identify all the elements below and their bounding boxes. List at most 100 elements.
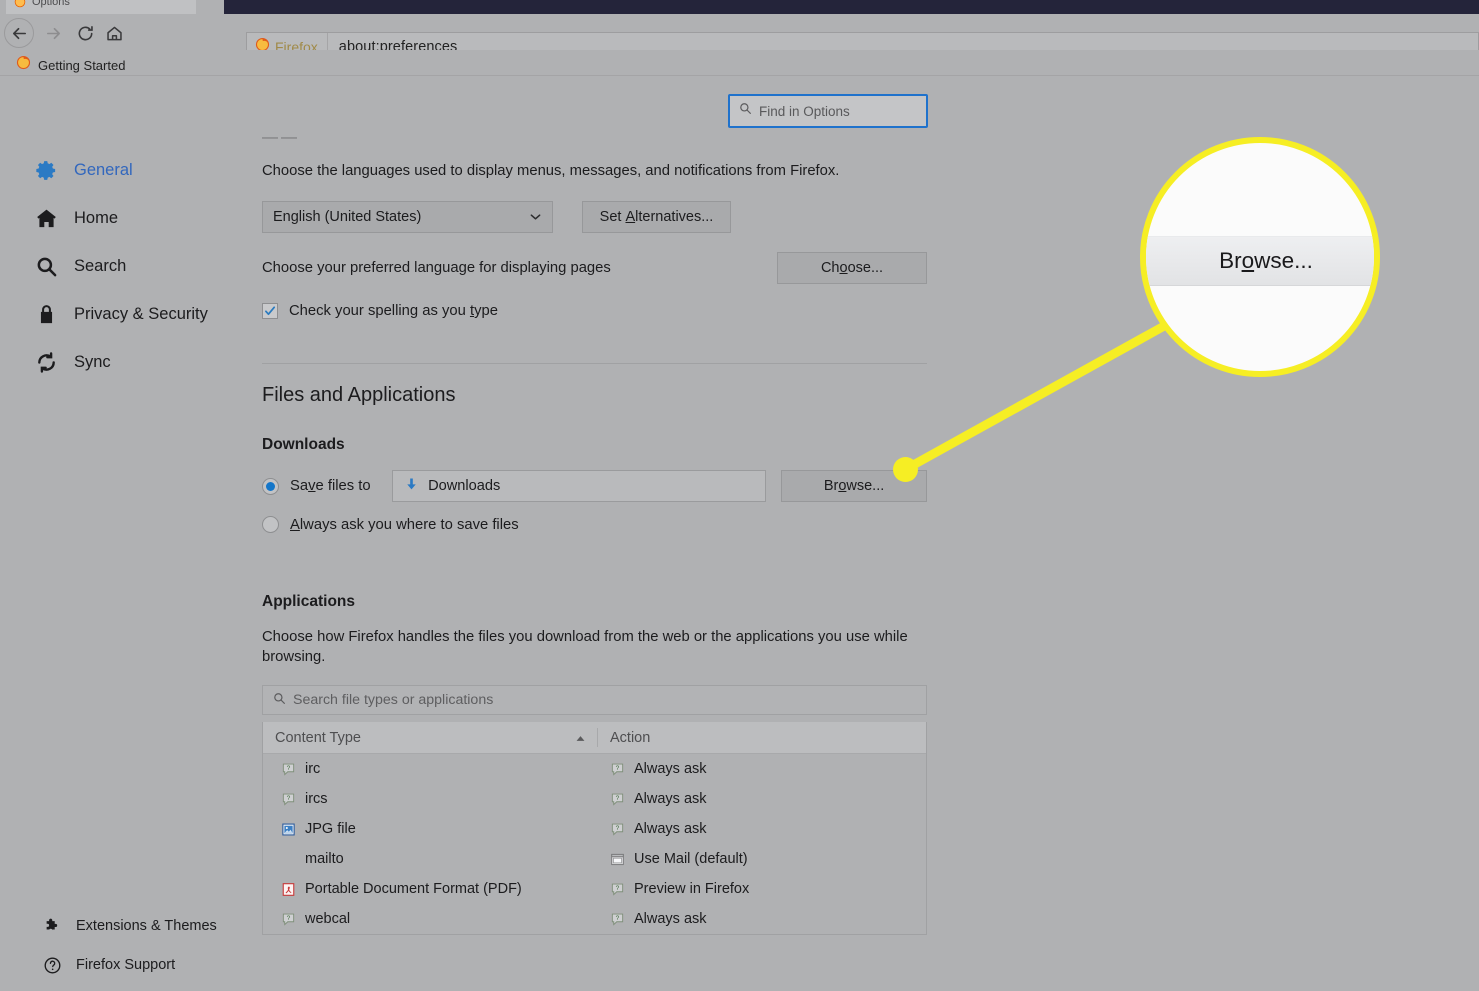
lock-icon bbox=[34, 302, 58, 326]
cell-action[interactable]: ? Always ask bbox=[597, 911, 707, 927]
tab-title: Options bbox=[32, 0, 70, 8]
preferences-sidebar: General Home Search Privacy & Security S bbox=[0, 77, 236, 991]
tab-options[interactable]: Options bbox=[6, 0, 196, 14]
content-type-label: JPG file bbox=[305, 821, 356, 838]
sidebar-item-extensions-themes[interactable]: Extensions & Themes bbox=[42, 913, 217, 939]
sidebar-item-firefox-support[interactable]: Firefox Support bbox=[42, 952, 175, 978]
table-row[interactable]: ?mailto Use Mail (default) bbox=[263, 844, 926, 874]
sidebar-item-label: Privacy & Security bbox=[74, 304, 208, 323]
language-description: Choose the languages used to display men… bbox=[262, 163, 840, 179]
mail-app-icon bbox=[609, 851, 625, 867]
always-ask-radio[interactable] bbox=[262, 516, 279, 534]
svg-text:?: ? bbox=[615, 795, 619, 802]
cell-action[interactable]: Use Mail (default) bbox=[597, 851, 748, 867]
set-alternatives-label: Set Alternatives... bbox=[599, 209, 714, 226]
table-row[interactable]: Portable Document Format (PDF) ? Preview i… bbox=[263, 874, 926, 904]
callout-target-dot bbox=[893, 457, 918, 482]
sidebar-item-home[interactable]: Home bbox=[34, 203, 118, 233]
language-select[interactable]: English (United States) bbox=[262, 201, 553, 234]
language-select-value: English (United States) bbox=[273, 209, 422, 226]
home-icon[interactable] bbox=[99, 18, 129, 48]
svg-text:?: ? bbox=[615, 765, 619, 772]
bookmark-label: Getting Started bbox=[38, 57, 126, 73]
firefox-preferences-window: Options Firefox about:preferences Gettin… bbox=[0, 0, 1479, 991]
svg-text:?: ? bbox=[286, 795, 290, 802]
spellcheck-label: Check your spelling as you type bbox=[289, 303, 498, 320]
choose-label: Choose... bbox=[820, 260, 884, 277]
sidebar-item-label: Home bbox=[74, 208, 119, 227]
cell-content-type: JPG file bbox=[263, 821, 597, 837]
content-type-label: webcal bbox=[305, 911, 351, 928]
sidebar-item-general[interactable]: General bbox=[34, 155, 133, 185]
set-alternatives-button[interactable]: Set Alternatives... bbox=[582, 201, 731, 234]
download-path-field[interactable]: Downloads bbox=[392, 470, 767, 503]
sidebar-item-label: Extensions & Themes bbox=[76, 918, 217, 934]
table-body: ? irc? Always ask? ircs? Always ask JPG file?… bbox=[263, 754, 926, 934]
table-row[interactable]: ? ircs? Always ask bbox=[263, 784, 926, 814]
sidebar-item-privacy-security[interactable]: Privacy & Security bbox=[34, 299, 208, 329]
svg-text:?: ? bbox=[286, 765, 290, 772]
download-arrow-icon bbox=[404, 477, 419, 496]
reload-icon[interactable] bbox=[70, 18, 100, 48]
sort-ascending-icon bbox=[575, 730, 586, 746]
content-type-label: Portable Document Format (PDF) bbox=[305, 881, 522, 898]
content-type-label: ircs bbox=[305, 791, 328, 808]
firefox-icon bbox=[14, 0, 26, 8]
unknown-doc-icon: ? bbox=[609, 791, 625, 807]
general-settings-content: —— Choose the languages used to display … bbox=[262, 129, 927, 936]
forward-arrow-icon[interactable] bbox=[38, 18, 68, 48]
back-arrow-icon[interactable] bbox=[4, 18, 34, 48]
download-path-value: Downloads bbox=[428, 478, 501, 495]
table-row[interactable]: ? irc? Always ask bbox=[263, 754, 926, 784]
svg-text:?: ? bbox=[615, 915, 619, 922]
spellcheck-checkbox[interactable] bbox=[262, 303, 278, 320]
column-header-label: Action bbox=[610, 729, 651, 746]
svg-text:?: ? bbox=[615, 885, 619, 892]
always-ask-label: Always ask you where to save files bbox=[290, 516, 519, 533]
bookmark-getting-started[interactable]: Getting Started bbox=[10, 53, 131, 77]
action-label: Use Mail (default) bbox=[634, 851, 748, 868]
search-icon bbox=[34, 254, 58, 278]
sidebar-item-sync[interactable]: Sync bbox=[34, 347, 111, 377]
applications-search-input[interactable]: Search file types or applications bbox=[262, 685, 927, 716]
table-header-row: Content Type Action bbox=[263, 722, 926, 755]
magnified-browse-label: Browse... bbox=[1219, 248, 1313, 273]
column-header-action[interactable]: Action bbox=[597, 728, 651, 748]
cell-action[interactable]: ? Preview in Firefox bbox=[597, 881, 749, 897]
cell-action[interactable]: ? Always ask bbox=[597, 821, 707, 837]
sidebar-item-search[interactable]: Search bbox=[34, 251, 126, 281]
sidebar-item-label: Firefox Support bbox=[76, 957, 176, 973]
spellcheck-row[interactable]: Check your spelling as you type bbox=[262, 303, 927, 320]
applications-search-placeholder: Search file types or applications bbox=[293, 692, 494, 709]
cell-action[interactable]: ? Always ask bbox=[597, 761, 707, 777]
choose-language-button[interactable]: Choose... bbox=[777, 252, 927, 285]
cell-content-type: ? webcal bbox=[263, 911, 597, 927]
sync-icon bbox=[34, 350, 58, 374]
cell-action[interactable]: ? Always ask bbox=[597, 791, 707, 807]
column-header-content-type[interactable]: Content Type bbox=[263, 730, 597, 746]
cell-content-type: ?mailto bbox=[263, 851, 597, 867]
downloads-heading: Downloads bbox=[262, 436, 345, 454]
chevron-down-icon bbox=[530, 209, 541, 225]
bookmarks-toolbar: Getting Started bbox=[0, 50, 1479, 76]
column-header-label: Content Type bbox=[275, 729, 361, 746]
magnified-browse-button: Browse... bbox=[1146, 236, 1374, 286]
cell-content-type: ? irc bbox=[263, 761, 597, 777]
table-row[interactable]: ? webcal ? Always ask bbox=[263, 904, 926, 934]
cell-content-type: ? ircs bbox=[263, 791, 597, 807]
svg-text:?: ? bbox=[615, 825, 619, 832]
sidebar-item-label: General bbox=[74, 160, 133, 179]
save-files-radio[interactable] bbox=[262, 477, 279, 495]
language-heading-clipped: —— bbox=[262, 129, 300, 146]
unknown-doc-icon: ? bbox=[609, 761, 625, 777]
unknown-doc-icon: ? bbox=[280, 911, 296, 927]
unknown-doc-icon: ? bbox=[609, 911, 625, 927]
svg-text:?: ? bbox=[286, 915, 290, 922]
action-label: Always ask bbox=[634, 791, 707, 808]
content-type-label: mailto bbox=[305, 851, 344, 868]
action-label: Always ask bbox=[634, 821, 707, 838]
search-input[interactable]: Find in Options bbox=[728, 94, 928, 128]
table-row[interactable]: JPG file? Always ask bbox=[263, 814, 926, 844]
applications-heading: Applications bbox=[262, 593, 356, 611]
pdf-file-icon bbox=[280, 881, 296, 897]
